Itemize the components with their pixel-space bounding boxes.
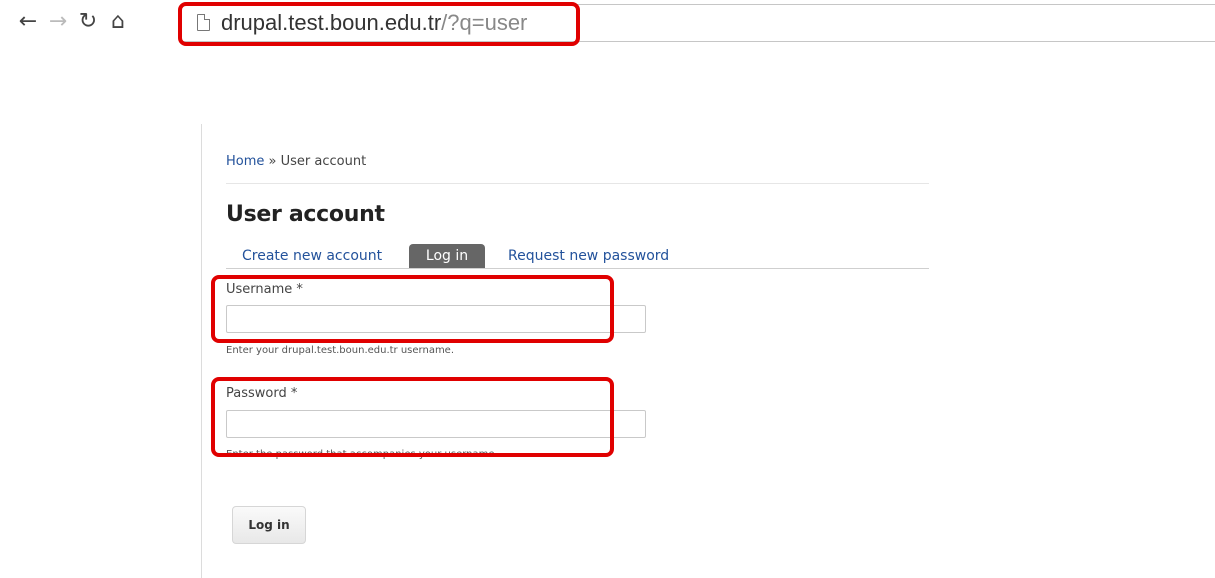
- page-title: User account: [226, 202, 385, 227]
- username-description: Enter your drupal.test.boun.edu.tr usern…: [226, 345, 455, 356]
- url-path: /?q=user: [441, 10, 528, 35]
- breadcrumb-home-link[interactable]: Home: [226, 154, 264, 169]
- browser-toolbar: ← → ↻ ⌂ drupal.test.boun.edu.tr/?q=user: [0, 0, 1215, 52]
- password-required-marker: *: [290, 386, 298, 401]
- home-icon[interactable]: ⌂: [106, 10, 130, 34]
- account-tabs: Create new account Log in Request new pa…: [226, 244, 929, 268]
- password-label: Password *: [226, 386, 297, 401]
- log-in-button[interactable]: Log in: [232, 506, 306, 544]
- reload-icon[interactable]: ↻: [76, 10, 100, 34]
- url-host: drupal.test.boun.edu.tr: [221, 10, 442, 35]
- username-required-marker: *: [296, 282, 303, 297]
- tab-create-new-account[interactable]: Create new account: [242, 244, 382, 268]
- breadcrumb-separator: »: [264, 154, 281, 169]
- username-label: Username *: [226, 282, 303, 297]
- content-left-border: [201, 124, 202, 578]
- password-input[interactable]: [226, 410, 646, 438]
- tab-request-new-password[interactable]: Request new password: [508, 244, 669, 268]
- tabs-divider: [226, 268, 929, 269]
- forward-arrow-icon[interactable]: →: [46, 10, 70, 34]
- url-text[interactable]: drupal.test.boun.edu.tr/?q=user: [221, 11, 527, 35]
- breadcrumb-current: User account: [280, 154, 367, 169]
- tab-log-in[interactable]: Log in: [409, 244, 485, 268]
- password-label-text: Password: [226, 386, 287, 401]
- password-description: Enter the password that accompanies your…: [226, 449, 498, 460]
- username-label-text: Username: [226, 282, 293, 297]
- username-input[interactable]: [226, 305, 646, 333]
- back-arrow-icon[interactable]: ←: [16, 10, 40, 34]
- address-bar[interactable]: drupal.test.boun.edu.tr/?q=user: [180, 4, 1215, 42]
- page-icon: [197, 14, 210, 31]
- breadcrumb: Home » User account: [226, 154, 366, 169]
- breadcrumb-divider: [226, 183, 929, 184]
